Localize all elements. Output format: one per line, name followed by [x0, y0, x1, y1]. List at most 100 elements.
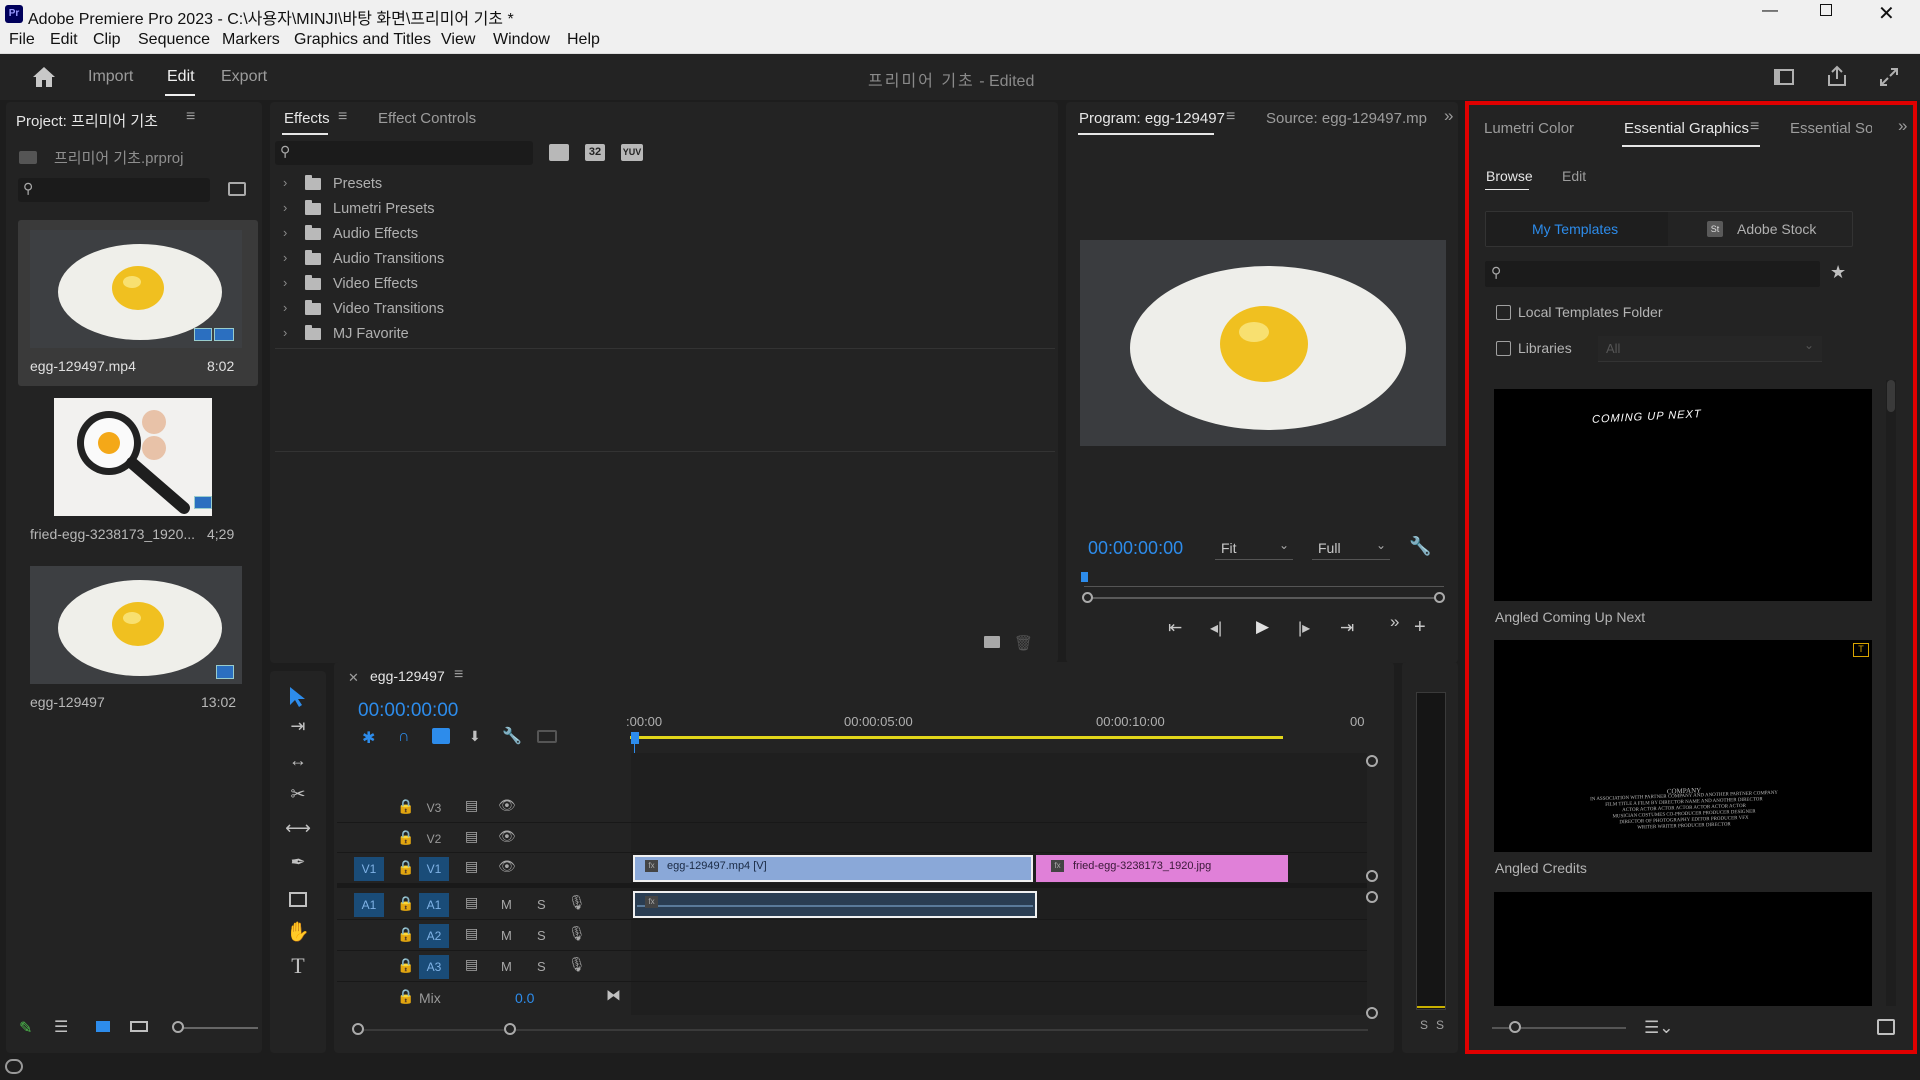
- meter-solo-right[interactable]: S: [1436, 1018, 1444, 1032]
- delete-icon[interactable]: 🗑: [1014, 634, 1033, 652]
- sync-lock-icon[interactable]: ▤: [465, 797, 478, 814]
- subtab-edit[interactable]: Edit: [1562, 168, 1586, 184]
- eg-scrollbar-thumb[interactable]: [1887, 380, 1895, 412]
- zoom-handle-right[interactable]: [1434, 592, 1445, 603]
- thumb-size-handle[interactable]: [1509, 1021, 1521, 1033]
- lock-icon[interactable]: 🔒: [397, 859, 414, 876]
- solo-button[interactable]: S: [537, 959, 546, 974]
- track-label-a2[interactable]: A2: [419, 924, 449, 948]
- eye-icon[interactable]: 👁: [498, 828, 516, 845]
- track-scroll-circle[interactable]: [1366, 891, 1378, 903]
- local-templates-checkbox[interactable]: [1496, 305, 1511, 320]
- sync-lock-icon[interactable]: ▤: [465, 956, 478, 973]
- step-back-icon[interactable]: ◂|: [1210, 618, 1222, 638]
- track-label-v2[interactable]: V2: [419, 827, 449, 851]
- track-label-v3[interactable]: V3: [419, 796, 449, 820]
- more-controls-icon[interactable]: »: [1390, 612, 1399, 632]
- zoom-handle-left[interactable]: [1082, 592, 1093, 603]
- home-icon[interactable]: [32, 66, 56, 88]
- mute-button[interactable]: M: [501, 897, 512, 912]
- list-view-icon[interactable]: ☰: [54, 1017, 68, 1037]
- track-label-a1[interactable]: A1: [419, 893, 449, 917]
- step-forward-icon[interactable]: |▸: [1298, 618, 1310, 638]
- timeline-zoom-handle-left[interactable]: [352, 1023, 364, 1035]
- lock-icon[interactable]: 🔒: [397, 798, 414, 815]
- folder-lumetri-presets[interactable]: › Lumetri Presets: [275, 197, 1055, 222]
- track-label-v1[interactable]: V1: [419, 857, 449, 881]
- video-clip-fried-egg[interactable]: fx fried-egg-3238173_1920.jpg: [1036, 855, 1288, 882]
- sequence-thumbnail[interactable]: [30, 566, 242, 684]
- slip-tool-icon[interactable]: ⟷: [283, 818, 313, 846]
- solo-button[interactable]: S: [537, 928, 546, 943]
- new-layer-icon[interactable]: [1877, 1019, 1895, 1035]
- tab-lumetri-color[interactable]: Lumetri Color: [1484, 120, 1574, 137]
- new-bin-icon[interactable]: [228, 182, 246, 196]
- video-clip-egg[interactable]: fx egg-129497.mp4 [V]: [633, 855, 1033, 882]
- project-menu-icon[interactable]: ≡: [186, 108, 195, 126]
- accelerated-effects-icon[interactable]: [549, 144, 569, 161]
- lock-icon[interactable]: 🔒: [397, 926, 414, 943]
- menu-window[interactable]: Window: [493, 31, 550, 49]
- audio-clip-egg[interactable]: fx: [633, 891, 1037, 918]
- microphone-icon[interactable]: 🎙: [568, 894, 586, 911]
- tab-program[interactable]: Program: egg-129497: [1079, 110, 1225, 127]
- sequence-tab[interactable]: egg-129497: [370, 668, 445, 684]
- timeline-playhead-handle[interactable]: [631, 732, 639, 744]
- track-scroll-circle[interactable]: [1366, 1007, 1378, 1019]
- solo-button[interactable]: S: [537, 897, 546, 912]
- pencil-icon[interactable]: ✎: [19, 1018, 32, 1038]
- track-scroll-circle[interactable]: [1366, 755, 1378, 767]
- libraries-checkbox[interactable]: [1496, 341, 1511, 356]
- program-timecode[interactable]: 00:00:00:00: [1088, 538, 1183, 559]
- fit-dropdown[interactable]: Fit ⌄: [1215, 536, 1293, 560]
- adobe-stock-button[interactable]: St Adobe Stock: [1669, 212, 1852, 246]
- lock-icon[interactable]: 🔒: [397, 988, 414, 1005]
- creative-cloud-icon[interactable]: [5, 1059, 23, 1074]
- work-area-bar[interactable]: [630, 736, 1283, 739]
- minimize-icon[interactable]: —: [1762, 2, 1778, 20]
- menu-clip[interactable]: Clip: [93, 31, 121, 49]
- icon-view-icon[interactable]: [96, 1021, 110, 1032]
- sort-icon[interactable]: ☰⌄: [1644, 1018, 1673, 1038]
- track-select-tool-icon[interactable]: ⇥: [283, 716, 313, 744]
- tab-import[interactable]: Import: [88, 68, 133, 86]
- folder-audio-effects[interactable]: › Audio Effects: [275, 222, 1055, 247]
- favorites-star-icon[interactable]: ★: [1830, 262, 1846, 283]
- type-tool-icon[interactable]: T: [283, 953, 313, 981]
- close-icon[interactable]: ✕: [1878, 1, 1895, 26]
- subtab-browse[interactable]: Browse: [1486, 168, 1533, 184]
- linked-selection-icon[interactable]: [432, 728, 450, 744]
- menu-view[interactable]: View: [441, 31, 475, 49]
- template-angled-credits[interactable]: T COMPANY IN ASSOCIATION WITH PARTNER CO…: [1494, 640, 1872, 852]
- tab-source[interactable]: Source: egg-129497.mp: [1266, 110, 1427, 127]
- share-icon[interactable]: [1826, 65, 1848, 87]
- timeline-ruler[interactable]: :00:00 00:00:05:00 00:00:10:00 00: [626, 708, 1372, 744]
- yuv-effects-icon[interactable]: YUV: [621, 144, 643, 161]
- fried-egg-thumbnail[interactable]: [54, 398, 212, 516]
- timeline-menu-icon[interactable]: ≡: [454, 666, 463, 684]
- menu-sequence[interactable]: Sequence: [138, 31, 210, 49]
- mute-button[interactable]: M: [501, 959, 512, 974]
- effects-search-input[interactable]: ⚲: [275, 141, 533, 165]
- hand-tool-icon[interactable]: ✋: [283, 920, 313, 948]
- tab-edit[interactable]: Edit: [167, 68, 195, 86]
- libraries-dropdown[interactable]: All ⌄: [1598, 336, 1822, 362]
- eg-search-input[interactable]: ⚲: [1485, 261, 1820, 287]
- menu-help[interactable]: Help: [567, 31, 600, 49]
- folder-video-transitions[interactable]: › Video Transitions: [275, 297, 1055, 322]
- captions-icon[interactable]: [537, 730, 557, 743]
- eye-icon[interactable]: 👁: [498, 858, 516, 875]
- folder-mj-favorite[interactable]: › MJ Favorite: [275, 322, 1055, 347]
- close-sequence-icon[interactable]: ✕: [348, 670, 359, 686]
- ripple-edit-tool-icon[interactable]: ↔: [283, 750, 313, 778]
- go-to-in-icon[interactable]: ⇤: [1168, 618, 1182, 638]
- folder-presets[interactable]: › Presets: [275, 172, 1055, 197]
- menu-graphics[interactable]: Graphics and Titles: [294, 31, 431, 49]
- add-marker-icon[interactable]: ⬇: [469, 728, 481, 745]
- mix-value[interactable]: 0.0: [515, 990, 534, 1006]
- template-third[interactable]: [1494, 892, 1872, 1006]
- lock-icon[interactable]: 🔒: [397, 895, 414, 912]
- tab-effects[interactable]: Effects: [284, 110, 330, 127]
- source-patch-a1[interactable]: A1: [354, 893, 384, 917]
- project-panel-title[interactable]: Project: 프리미어 기초: [16, 110, 158, 131]
